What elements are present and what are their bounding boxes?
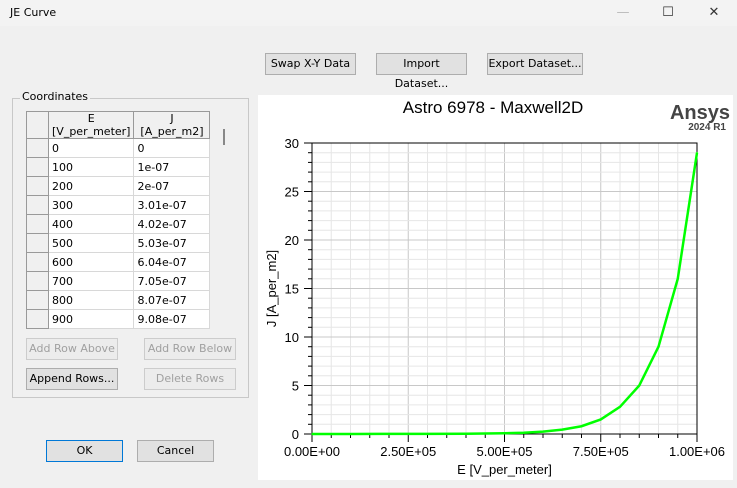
- ansys-logo: Ansys: [670, 102, 730, 124]
- data-point: [311, 433, 313, 435]
- cell-e[interactable]: 100: [47, 157, 135, 177]
- cell-j[interactable]: 6.04e-07: [133, 252, 211, 272]
- data-point: [580, 425, 583, 428]
- data-point: [561, 428, 564, 431]
- y-tick-label: 30: [285, 136, 299, 151]
- data-point: [696, 151, 698, 154]
- close-button[interactable]: ✕: [691, 0, 737, 26]
- data-point: [426, 433, 429, 435]
- cell-j[interactable]: 0: [133, 138, 211, 158]
- export-dataset-button[interactable]: Export Dataset...: [487, 53, 583, 75]
- table-row[interactable]: 200 2e-07: [26, 176, 211, 196]
- row-header[interactable]: [26, 138, 49, 158]
- chart-title: Astro 6978 - Maxwell2D: [403, 98, 583, 117]
- y-axis-label: J [A_per_m2]: [264, 250, 279, 327]
- cell-j[interactable]: 1e-07: [133, 157, 211, 177]
- corner-header: [26, 111, 49, 139]
- table-row[interactable]: 700 7.05e-07: [26, 271, 211, 291]
- row-header[interactable]: [26, 214, 49, 234]
- x-tick-label: 0.00E+00: [284, 444, 340, 459]
- plot-panel: Astro 6978 - Maxwell2D Ansys 2024 R1 0.0…: [258, 95, 733, 480]
- x-tick-label: 7.50E+05: [573, 444, 629, 459]
- cell-e[interactable]: 800: [47, 290, 135, 310]
- data-point: [465, 432, 467, 435]
- cell-e[interactable]: 700: [47, 271, 135, 291]
- data-point: [676, 278, 679, 280]
- y-tick-label: 5: [292, 379, 299, 394]
- y-tick-label: 0: [292, 427, 299, 442]
- cell-j[interactable]: 7.05e-07: [133, 271, 211, 291]
- delete-rows-button[interactable]: Delete Rows: [144, 368, 236, 390]
- cell-e[interactable]: 300: [47, 195, 135, 215]
- data-point: [638, 384, 641, 387]
- append-rows-button[interactable]: Append Rows...: [26, 368, 118, 390]
- cell-e[interactable]: 200: [47, 176, 135, 196]
- x-tick-label: 5.00E+05: [476, 444, 532, 459]
- add-row-above-button[interactable]: Add Row Above: [26, 338, 118, 360]
- table-row[interactable]: 00: [26, 138, 211, 158]
- cell-j[interactable]: 9.08e-07: [133, 309, 211, 329]
- y-tick-label: 25: [285, 185, 299, 200]
- cell-e[interactable]: 500: [47, 233, 135, 253]
- column-header-j[interactable]: J [A_per_m2]: [133, 111, 211, 139]
- x-tick-label: 1.00E+06: [669, 444, 725, 459]
- data-point: [388, 433, 390, 435]
- coordinates-label: Coordinates: [20, 90, 91, 103]
- table-row[interactable]: 500 5.03e-07: [26, 233, 211, 253]
- cell-j[interactable]: 3.01e-07: [133, 195, 211, 215]
- je-chart: Astro 6978 - Maxwell2D Ansys 2024 R1 0.0…: [264, 98, 730, 477]
- cancel-button[interactable]: Cancel: [137, 440, 214, 462]
- table-row[interactable]: 900 9.08e-07: [26, 309, 211, 329]
- y-tick-label: 15: [285, 282, 299, 297]
- table-row[interactable]: 400 4.02e-07: [26, 214, 211, 234]
- data-point: [349, 433, 352, 435]
- add-row-below-button[interactable]: Add Row Below: [144, 338, 236, 360]
- row-header[interactable]: [26, 309, 49, 329]
- cell-e[interactable]: 900: [47, 309, 135, 329]
- ok-button[interactable]: OK: [46, 440, 123, 462]
- x-tick-label: 2.50E+05: [380, 444, 436, 459]
- data-point: [657, 345, 660, 348]
- data-point: [599, 418, 602, 421]
- cell-j[interactable]: 4.02e-07: [133, 214, 211, 234]
- table-row[interactable]: 100 1e-07: [26, 157, 211, 177]
- maximize-button[interactable]: ☐: [645, 0, 691, 26]
- row-header[interactable]: [26, 195, 49, 215]
- swap-xy-button[interactable]: Swap X-Y Data: [265, 53, 356, 75]
- coordinates-table[interactable]: E [V_per_meter] J [A_per_m2] 0 0 100 1e-07 200…: [26, 111, 234, 329]
- data-point: [503, 432, 506, 435]
- y-tick-label: 10: [285, 330, 299, 345]
- row-header[interactable]: [26, 233, 49, 253]
- scrollbar-thumb[interactable]: [223, 129, 225, 145]
- table-row[interactable]: 800 8.07e-07: [26, 290, 211, 310]
- minimize-button[interactable]: —: [600, 0, 646, 26]
- cell-e[interactable]: 400: [47, 214, 135, 234]
- cell-j[interactable]: 8.07e-07: [133, 290, 211, 310]
- row-header[interactable]: [26, 157, 49, 177]
- data-point: [619, 406, 621, 408]
- column-header-e[interactable]: E [V_per_meter]: [47, 111, 135, 139]
- ansys-version: 2024 R1: [688, 122, 726, 133]
- data-point: [522, 431, 525, 434]
- row-header[interactable]: [26, 176, 49, 196]
- y-tick-label: 20: [285, 233, 299, 248]
- cell-e[interactable]: 600: [47, 252, 135, 272]
- import-dataset-button[interactable]: Import Dataset...: [376, 53, 467, 90]
- row-header[interactable]: [26, 252, 49, 272]
- cell-j[interactable]: 2e-07: [133, 176, 211, 196]
- row-header[interactable]: [26, 271, 49, 291]
- cell-e[interactable]: 0: [47, 138, 135, 158]
- data-point: [542, 430, 544, 433]
- x-axis-label: E [V_per_meter]: [457, 462, 552, 477]
- table-row[interactable]: 300 3.01e-07: [26, 195, 211, 215]
- cell-j[interactable]: 5.03e-07: [133, 233, 211, 253]
- row-header[interactable]: [26, 290, 49, 310]
- window-title: JE Curve: [10, 6, 57, 19]
- table-row[interactable]: 600 6.04e-07: [26, 252, 211, 272]
